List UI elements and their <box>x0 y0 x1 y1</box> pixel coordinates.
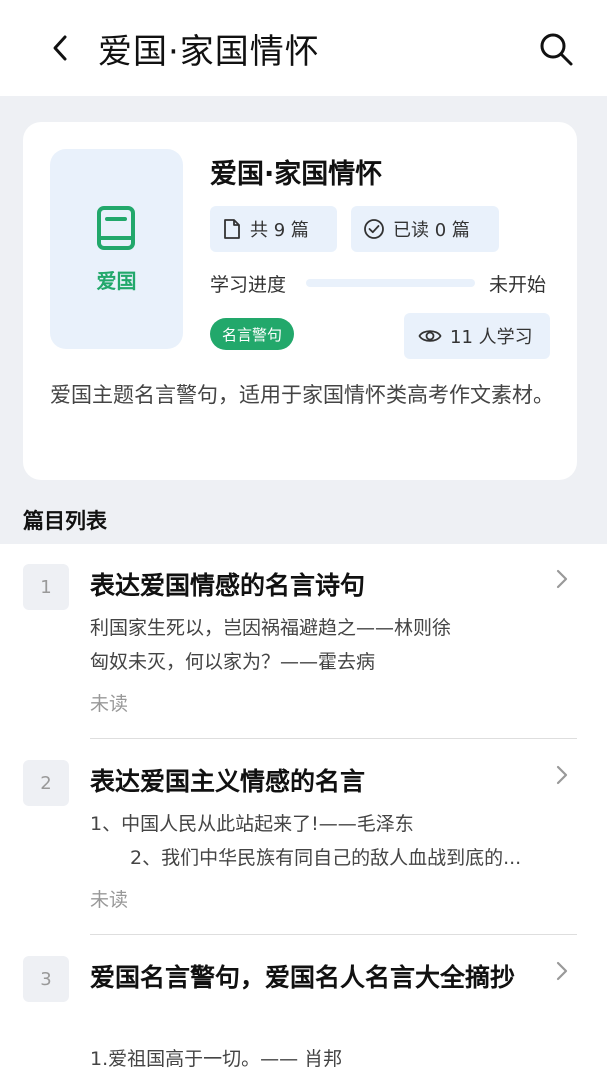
app-header: 爱国·家国情怀 <box>0 0 607 96</box>
total-count-chip: 共 9 篇 <box>210 206 337 252</box>
collection-description: 爱国主题名言警句，适用于家国情怀类高考作文素材。 <box>50 383 554 407</box>
item-number: 2 <box>23 760 69 806</box>
eye-icon <box>418 330 442 342</box>
divider <box>90 738 577 739</box>
total-count-label: 共 9 篇 <box>250 220 309 241</box>
article-list: 1 表达爱国情感的名言诗句 利国家生死以，岂因祸福避趋之——林则徐 匈奴未灭，何… <box>0 544 607 1080</box>
chevron-left-icon <box>53 35 67 61</box>
learners-label: 11 人学习 <box>450 327 533 348</box>
search-icon <box>540 33 573 66</box>
progress-bar <box>306 279 475 287</box>
chevron-right-icon <box>552 958 572 984</box>
chevron-right-icon <box>552 762 572 788</box>
item-read-status: 未读 <box>90 693 129 715</box>
item-excerpt-line: 利国家生死以，岂因祸福避趋之——林则徐 <box>90 617 452 639</box>
category-tag[interactable]: 名言警句 <box>210 318 295 350</box>
item-number: 1 <box>23 564 69 610</box>
cover-label: 爱国 <box>96 269 137 293</box>
item-title: 爱国名言警句，爱国名人名言大全摘抄 <box>90 963 516 992</box>
search-button[interactable] <box>535 28 577 70</box>
item-excerpt-line: 匈奴未灭，何以家为？——霍去病 <box>90 651 376 673</box>
progress-status: 未开始 <box>489 274 547 296</box>
collection-cover: 爱国 <box>50 149 183 349</box>
section-title: 篇目列表 <box>23 509 107 533</box>
item-excerpt-line: 1、中国人民从此站起来了!——毛泽东 <box>90 813 414 835</box>
list-item[interactable]: 2 表达爱国主义情感的名言 1、中国人民从此站起来了!——毛泽东 2、我们中华民… <box>0 760 607 956</box>
read-count-chip: 已读 0 篇 <box>351 206 499 252</box>
item-title: 表达爱国情感的名言诗句 <box>90 571 366 600</box>
page-title: 爱国·家国情怀 <box>98 32 320 72</box>
item-read-status: 未读 <box>90 889 129 911</box>
collection-card: 爱国 爱国·家国情怀 共 9 篇 已读 0 篇 学习进度 未开始 名言警句 11… <box>23 122 577 480</box>
document-icon <box>224 219 240 239</box>
item-number: 3 <box>23 956 69 1002</box>
list-item[interactable]: 1 表达爱国情感的名言诗句 利国家生死以，岂因祸福避趋之——林则徐 匈奴未灭，何… <box>0 564 607 760</box>
read-count-label: 已读 0 篇 <box>393 220 470 241</box>
back-button[interactable] <box>44 30 76 66</box>
list-item[interactable]: 3 爱国名言警句，爱国名人名言大全摘抄 1.爱祖国高于一切。—— 肖邦 <box>0 956 607 1080</box>
item-title: 表达爱国主义情感的名言 <box>90 767 366 796</box>
item-excerpt-line: 1.爱祖国高于一切。—— 肖邦 <box>90 1048 343 1070</box>
progress-label: 学习进度 <box>210 274 287 296</box>
learners-chip: 11 人学习 <box>404 313 550 359</box>
item-excerpt-line: 2、我们中华民族有同自己的敌人血战到底的... <box>130 847 522 869</box>
divider <box>90 934 577 935</box>
collection-title: 爱国·家国情怀 <box>210 159 383 190</box>
book-icon <box>97 206 135 250</box>
check-circle-icon <box>364 219 384 239</box>
chevron-right-icon <box>552 566 572 592</box>
